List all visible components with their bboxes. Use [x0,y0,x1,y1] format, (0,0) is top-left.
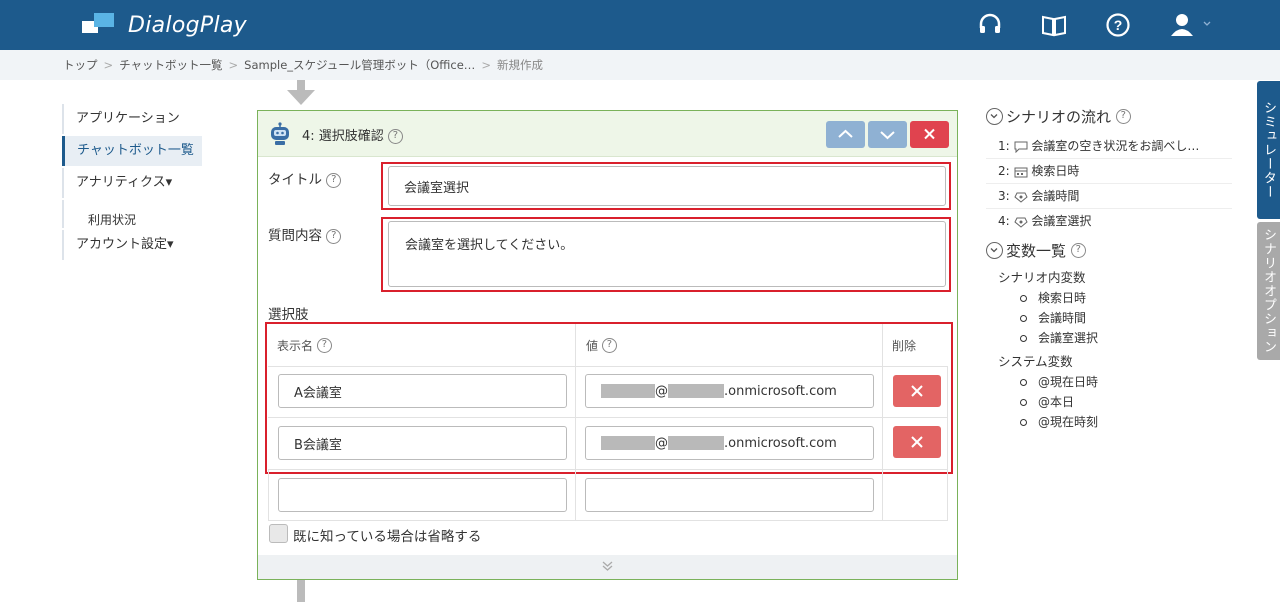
redacted-mask [668,384,724,398]
help-icon[interactable]: ? [1105,12,1131,38]
col-value-header: 値 ? [586,324,866,366]
system-vars-group: システム変数 [998,354,1073,369]
calendar-icon [1014,167,1028,177]
variable-item[interactable]: @本日 [986,392,1232,412]
variable-item[interactable]: 検索日時 [986,288,1232,308]
help-icon[interactable]: ? [387,129,403,144]
flow-item[interactable]: 1: 会議室の空き状況をお調べし… [986,134,1232,159]
breadcrumb-current: 新規作成 [496,58,543,72]
skip-checkbox[interactable] [269,524,288,543]
redacted-mask [601,384,655,398]
flow-header[interactable]: シナリオの流れ ? [986,104,1232,128]
nav-account-settings[interactable]: アカウント設定▾ [62,230,202,260]
scenario-options-tab[interactable]: シナリオオプション [1257,222,1280,360]
delete-step-button[interactable] [910,121,949,148]
question-textarea[interactable]: 会議室を選択してください。 [388,221,946,287]
speech-bubble-icon [1014,141,1028,153]
book-icon[interactable] [1041,12,1067,38]
redacted-mask [668,436,724,450]
breadcrumb: トップ > チャットボット一覧 > Sample_スケジュール管理ボット（Offic… [0,50,1280,80]
help-icon[interactable]: ? [1070,242,1086,258]
user-menu-icon[interactable] [1170,12,1214,38]
step-card-header: 4: 選択肢確認 ? [258,111,957,157]
skip-checkbox-label: 既に知っている場合は省略する [293,529,482,545]
left-nav: アプリケーション チャットボット一覧 アナリティクス▾ 利用状況 アカウント設定… [62,104,202,262]
flow-item[interactable]: 2: 検索日時 [986,159,1232,184]
option-display-input[interactable]: A会議室 [278,374,567,408]
help-icon[interactable]: ? [601,337,617,353]
nav-analytics[interactable]: アナリティクス▾ [62,168,202,198]
move-down-button[interactable] [868,121,907,148]
flow-item[interactable]: 4: 会議室選択 [986,209,1232,234]
flow-item[interactable]: 3: 会議時間 [986,184,1232,209]
new-option-display-input[interactable] [278,478,567,512]
scenario-vars-group: シナリオ内変数 [998,270,1086,285]
right-panel: シナリオの流れ ? 1: 会議室の空き状況をお調べし… 2: 検索日時 3: 会… [986,104,1232,432]
redacted-mask [601,436,655,450]
delete-option-button[interactable] [893,375,941,407]
help-icon[interactable]: ? [326,172,342,188]
collapse-icon [986,241,1003,259]
option-value-input[interactable]: @ .onmicrosoft.com [585,426,874,460]
title-label: タイトル ? [268,168,342,188]
breadcrumb-chatbot-list[interactable]: チャットボット一覧 [119,57,222,73]
robot-icon [271,122,289,145]
close-icon [911,436,923,448]
list-icon [1013,217,1028,228]
headset-icon[interactable] [977,12,1003,38]
logo-icon [82,11,116,39]
top-bar: DialogPlay ? [0,0,1280,50]
step-card: 4: 選択肢確認 ? タイトル ? 会議室選択 質問内容 ? 会議室を選択してく… [257,110,958,580]
list-icon [1013,192,1028,203]
variable-item[interactable]: 会議室選択 [986,328,1232,348]
chevron-down-icon [880,131,895,140]
collapse-icon [986,107,1003,125]
variable-item[interactable]: 会議時間 [986,308,1232,328]
variable-item[interactable]: @現在日時 [986,372,1232,392]
title-input[interactable]: 会議室選択 [388,166,946,206]
flow-arrow-icon [287,80,315,105]
variables-header[interactable]: 変数一覧 ? [986,238,1232,262]
step-title: 4: 選択肢確認 ? [302,125,403,144]
breadcrumb-bot[interactable]: Sample_スケジュール管理ボット（Office… [244,57,475,73]
breadcrumb-top[interactable]: トップ [63,57,98,73]
col-display-header: 表示名 ? [277,324,557,366]
option-value-input[interactable]: @ .onmicrosoft.com [585,374,874,408]
nav-applications[interactable]: アプリケーション [62,104,202,134]
svg-text:?: ? [1114,17,1123,33]
move-up-button[interactable] [826,121,865,148]
close-icon [924,128,935,140]
nav-usage[interactable]: 利用状況 [62,200,202,228]
delete-option-button[interactable] [893,426,941,458]
help-icon[interactable]: ? [316,337,332,353]
app-name: DialogPlay [128,12,247,38]
question-label: 質問内容 ? [268,224,342,244]
help-icon[interactable]: ? [326,228,342,244]
app-logo[interactable]: DialogPlay [82,11,247,39]
expand-bar[interactable] [258,555,957,579]
variable-item[interactable]: @現在時刻 [986,412,1232,432]
col-delete-header: 削除 [892,338,917,353]
close-icon [911,385,923,397]
simulator-tab[interactable]: シミュレーター [1257,81,1280,219]
double-chevron-down-icon [602,561,613,571]
help-icon[interactable]: ? [1115,108,1131,124]
flow-arrow-bottom-icon [297,580,305,602]
option-display-input[interactable]: B会議室 [278,426,567,460]
new-option-value-input[interactable] [585,478,874,512]
options-label: 選択肢 [268,307,309,323]
chevron-up-icon [838,129,853,138]
nav-chatbot-list[interactable]: チャットボット一覧 [62,136,202,166]
